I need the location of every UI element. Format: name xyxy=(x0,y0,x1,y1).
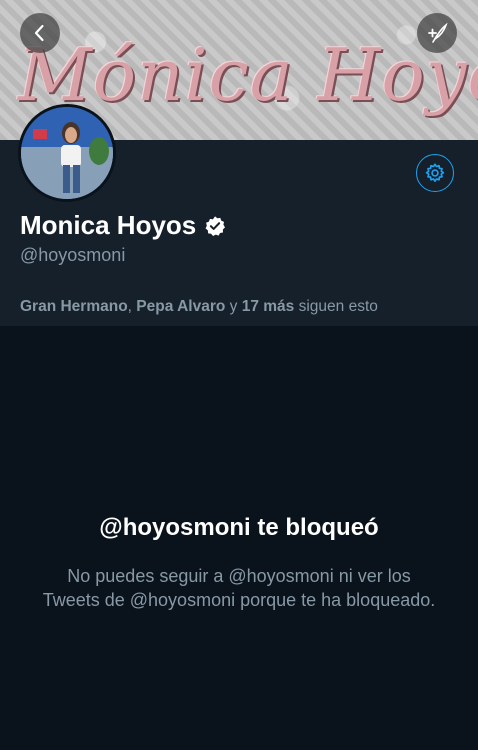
blocked-title: @hoyosmoni te bloqueó xyxy=(99,514,379,541)
avatar[interactable] xyxy=(18,104,116,202)
back-button[interactable] xyxy=(20,13,60,53)
blocked-message: No puedes seguir a @hoyosmoni ni ver los… xyxy=(42,566,436,610)
settings-button[interactable] xyxy=(416,154,454,192)
profile-handle: @hoyosmoni xyxy=(20,245,126,265)
follower-conjunction: y xyxy=(229,298,238,315)
verified-badge-icon xyxy=(205,215,226,236)
gear-icon xyxy=(425,163,445,182)
follower-name-1[interactable]: Gran Hermano xyxy=(20,298,128,315)
profile-name: Monica Hoyos xyxy=(20,210,197,240)
compose-feather-icon xyxy=(428,22,448,43)
follower-name-2[interactable]: Pepa Alvaro xyxy=(136,298,225,315)
follower-separator: , xyxy=(127,298,132,315)
compose-tweet-button[interactable] xyxy=(417,13,457,53)
followers-you-know[interactable]: Gran Hermano, Pepa Alvaro y 17 más sigue… xyxy=(20,298,378,316)
profile-name-row: Monica Hoyos xyxy=(20,210,226,241)
chevron-left-icon xyxy=(34,24,44,42)
banner-signature: Mónica Hoyos xyxy=(18,33,478,117)
follower-more-count[interactable]: 17 más xyxy=(242,298,295,315)
avatar-photo xyxy=(21,107,113,199)
follower-suffix: siguen esto xyxy=(298,298,378,315)
